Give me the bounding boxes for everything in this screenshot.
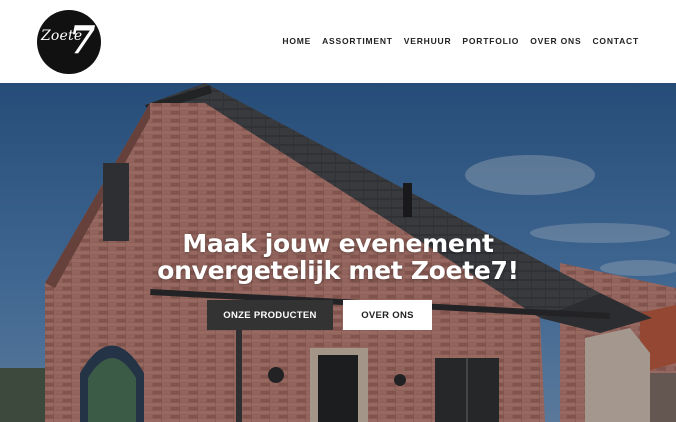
site-header: Zoete 7 HOME ASSORTIMENT VERHUUR PORTFOL… [0, 0, 676, 83]
nav-verhuur[interactable]: VERHUUR [404, 36, 452, 46]
logo-number: 7 [69, 17, 96, 62]
onze-producten-button[interactable]: ONZE PRODUCTEN [207, 300, 333, 330]
nav-over-ons[interactable]: OVER ONS [530, 36, 581, 46]
nav-assortiment[interactable]: ASSORTIMENT [322, 36, 393, 46]
main-nav: HOME ASSORTIMENT VERHUUR PORTFOLIO OVER … [282, 35, 639, 47]
hero-title-line-1: Maak jouw evenement [182, 229, 494, 258]
over-ons-button[interactable]: OVER ONS [343, 300, 432, 330]
hero-title-line-2: onvergetelijk met Zoete7! [157, 256, 519, 285]
hero-title: Maak jouw evenement onvergetelijk met Zo… [0, 230, 676, 284]
nav-contact[interactable]: CONTACT [592, 36, 639, 46]
nav-home[interactable]: HOME [282, 36, 311, 46]
zoete7-logo[interactable]: Zoete 7 [37, 10, 101, 74]
nav-portfolio[interactable]: PORTFOLIO [462, 36, 519, 46]
hero-section: Maak jouw evenement onvergetelijk met Zo… [0, 83, 676, 422]
